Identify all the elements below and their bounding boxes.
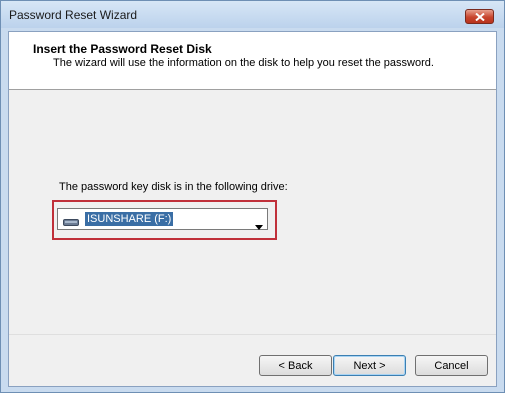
wizard-header: Insert the Password Reset Disk The wizar… bbox=[9, 32, 496, 90]
close-button[interactable] bbox=[465, 9, 494, 24]
page-title: Insert the Password Reset Disk bbox=[33, 42, 212, 56]
window-title: Password Reset Wizard bbox=[9, 8, 138, 22]
next-button[interactable]: Next > bbox=[333, 355, 406, 376]
close-icon bbox=[475, 13, 485, 21]
wizard-client-area: Insert the Password Reset Disk The wizar… bbox=[8, 31, 497, 387]
usb-drive-icon bbox=[63, 214, 79, 232]
footer-divider bbox=[9, 334, 496, 335]
wizard-window: Password Reset Wizard Insert the Passwor… bbox=[0, 0, 505, 393]
title-bar[interactable]: Password Reset Wizard bbox=[1, 1, 504, 28]
chevron-down-icon[interactable] bbox=[255, 217, 263, 235]
drive-label: The password key disk is in the followin… bbox=[59, 181, 288, 193]
page-subtitle: The wizard will use the information on t… bbox=[53, 57, 434, 69]
back-button[interactable]: < Back bbox=[259, 355, 332, 376]
cancel-button[interactable]: Cancel bbox=[415, 355, 488, 376]
drive-selected-value: ISUNSHARE (F:) bbox=[83, 211, 175, 227]
drive-dropdown[interactable]: ISUNSHARE (F:) bbox=[57, 208, 268, 230]
